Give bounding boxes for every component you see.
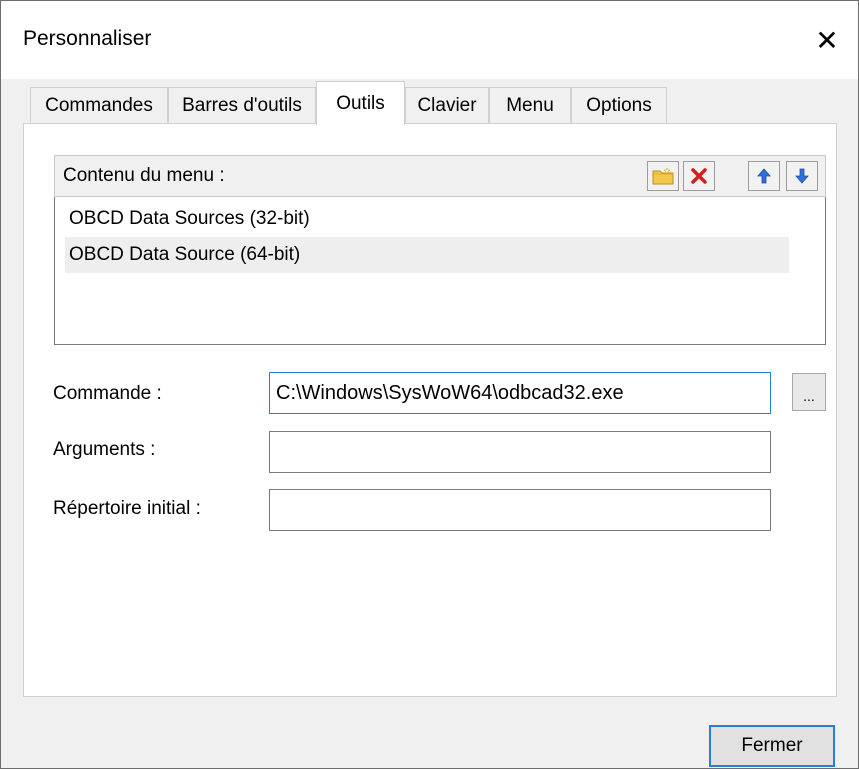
menu-content-list[interactable]: OBCD Data Sources (32-bit) OBCD Data Sou… <box>54 197 826 345</box>
move-up-icon <box>757 168 771 184</box>
new-folder-icon <box>652 167 674 185</box>
menu-content-label: Contenu du menu : <box>63 165 225 186</box>
initial-directory-label: Répertoire initial : <box>53 498 201 519</box>
close-icon: ✕ <box>815 24 839 56</box>
list-item[interactable]: OBCD Data Sources (32-bit) <box>65 201 789 237</box>
command-label: Commande : <box>53 383 162 404</box>
title-bar: Personnaliser ✕ <box>1 1 858 79</box>
tab-barres-outils[interactable]: Barres d'outils <box>168 87 316 123</box>
command-field[interactable] <box>269 372 771 414</box>
customize-dialog: Personnaliser ✕ Commandes Barres d'outil… <box>0 0 859 769</box>
move-up-button[interactable] <box>748 161 780 191</box>
tab-commandes[interactable]: Commandes <box>30 87 168 123</box>
tab-options[interactable]: Options <box>571 87 667 123</box>
arguments-field[interactable] <box>269 431 771 473</box>
tab-menu[interactable]: Menu <box>489 87 571 123</box>
window-title: Personnaliser <box>23 27 152 50</box>
tab-outils[interactable]: Outils <box>316 81 405 125</box>
delete-icon <box>691 168 707 184</box>
close-window-button[interactable]: ✕ <box>796 1 858 79</box>
new-item-button[interactable] <box>647 161 679 191</box>
arguments-label: Arguments : <box>53 439 156 460</box>
tab-clavier[interactable]: Clavier <box>405 87 489 123</box>
initial-directory-field[interactable] <box>269 489 771 531</box>
list-item-selected[interactable]: OBCD Data Source (64-bit) <box>65 237 789 273</box>
move-down-button[interactable] <box>786 161 818 191</box>
browse-button[interactable]: ... <box>792 373 826 411</box>
move-down-icon <box>795 168 809 184</box>
delete-item-button[interactable] <box>683 161 715 191</box>
close-button[interactable]: Fermer <box>709 725 835 767</box>
